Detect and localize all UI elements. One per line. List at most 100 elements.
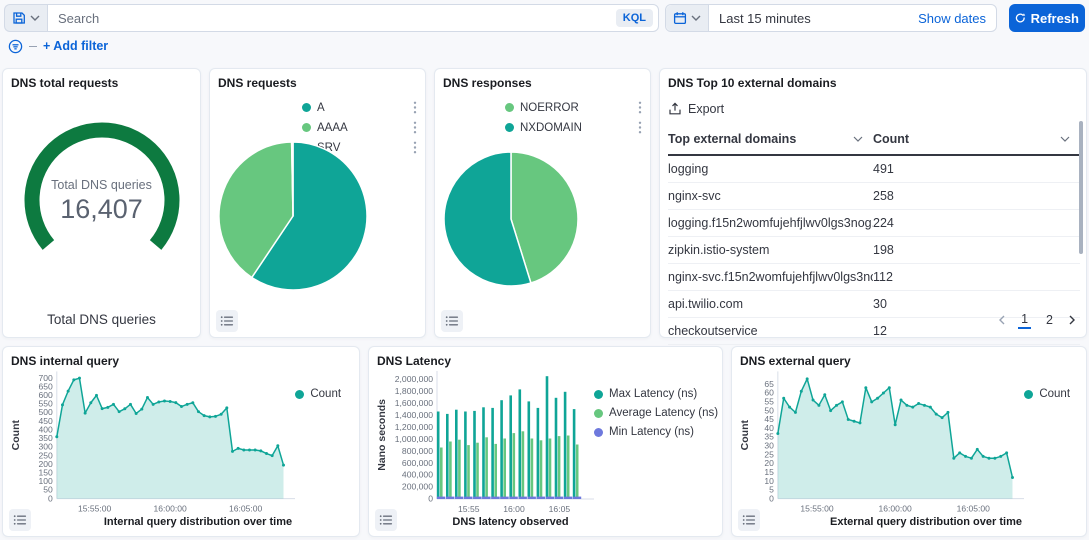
chevron-down-icon: [691, 15, 701, 21]
table-scrollbar[interactable]: [1079, 121, 1083, 254]
pagination: 1 2: [998, 311, 1076, 329]
svg-text:350: 350: [38, 433, 53, 443]
legend-label: AAAA: [317, 122, 348, 134]
cell-domain: checkoutservice: [668, 318, 873, 345]
panel-title: DNS responses: [435, 69, 650, 90]
panel-dns-external-query: DNS external query Count 051015202530354…: [731, 346, 1087, 537]
chart-legend: Max Latency (ns) Average Latency (ns) Min …: [594, 370, 716, 438]
svg-text:100: 100: [38, 476, 53, 486]
previous-page-button[interactable]: [998, 315, 1006, 325]
kql-language-button[interactable]: KQL: [616, 9, 653, 27]
sort-chevron-icon: [853, 136, 863, 142]
refresh-label: Refresh: [1031, 11, 1079, 26]
add-filter-button[interactable]: + Add filter: [43, 39, 108, 53]
legend-item[interactable]: Max Latency (ns): [594, 388, 716, 400]
legend-dot: [505, 123, 514, 132]
column-header-domains[interactable]: Top external domains: [668, 126, 873, 155]
list-icon: [742, 513, 756, 527]
bar-chart: 0200,000400,000600,000800,0001,000,0001,…: [389, 370, 594, 516]
table-row: logging.f15n2womfujehfjlwv0lgs3nog....22…: [668, 210, 1080, 237]
legend-dot: [1024, 390, 1033, 399]
list-icon: [379, 513, 393, 527]
show-dates-button[interactable]: Show dates: [908, 5, 996, 31]
svg-text:20: 20: [764, 458, 774, 468]
panel-title: DNS internal query: [3, 347, 359, 368]
svg-text:200,000: 200,000: [402, 482, 433, 492]
legend-item[interactable]: AAAA: [302, 121, 418, 134]
panel-title: DNS Top 10 external domains: [660, 69, 1086, 90]
cell-count: 258: [873, 183, 1080, 210]
legend-menu-icon[interactable]: [412, 101, 418, 114]
legend-dot: [594, 409, 603, 418]
svg-text:150: 150: [38, 468, 53, 478]
page-2-button[interactable]: 2: [1043, 312, 1056, 328]
legend-toggle-button[interactable]: [375, 509, 397, 531]
panel-dns-responses: DNS responses NOERROR NXDOMAIN: [434, 68, 651, 338]
legend-item[interactable]: Count: [1024, 388, 1080, 400]
svg-text:0: 0: [428, 494, 433, 504]
svg-text:16:00: 16:00: [503, 504, 525, 514]
legend-toggle-button[interactable]: [738, 509, 760, 531]
svg-text:50: 50: [43, 485, 53, 495]
y-axis-title: Nano seconds: [375, 370, 389, 500]
legend-item[interactable]: A: [302, 101, 418, 114]
legend-toggle-button[interactable]: [216, 310, 238, 332]
refresh-button[interactable]: Refresh: [1009, 4, 1085, 32]
x-axis-title: External query distribution over time: [732, 516, 1086, 528]
gauge-value: 16,407: [3, 194, 200, 225]
search-input[interactable]: [48, 11, 658, 26]
svg-text:2,000,000: 2,000,000: [395, 374, 433, 384]
legend-item[interactable]: NXDOMAIN: [505, 121, 643, 134]
filter-icon[interactable]: [8, 39, 23, 54]
panel-title: DNS Latency: [369, 347, 722, 368]
cell-domain: nginx-svc.f15n2womfujehfjlwv0lgs3no...: [668, 264, 873, 291]
time-range-value[interactable]: Last 15 minutes: [709, 5, 908, 31]
legend-toggle-button[interactable]: [441, 310, 463, 332]
chevron-right-icon: [1068, 315, 1076, 325]
svg-text:65: 65: [764, 379, 774, 389]
svg-text:55: 55: [764, 397, 774, 407]
svg-text:10: 10: [764, 476, 774, 486]
legend-item[interactable]: Average Latency (ns): [594, 407, 716, 419]
legend-menu-icon[interactable]: [637, 121, 643, 134]
svg-text:16:05:00: 16:05:00: [957, 504, 990, 514]
svg-text:35: 35: [764, 432, 774, 442]
column-header-count[interactable]: Count: [873, 126, 1080, 155]
svg-text:25: 25: [764, 449, 774, 459]
panel-title: DNS requests: [210, 69, 425, 90]
svg-text:650: 650: [38, 381, 53, 391]
legend-item[interactable]: Min Latency (ns): [594, 426, 716, 438]
legend-menu-icon[interactable]: [637, 101, 643, 114]
svg-text:30: 30: [764, 441, 774, 451]
legend-menu-icon[interactable]: [412, 121, 418, 134]
legend-label: Average Latency (ns): [609, 407, 718, 419]
legend-toggle-button[interactable]: [9, 509, 31, 531]
legend-label: A: [317, 102, 325, 114]
svg-text:250: 250: [38, 450, 53, 460]
svg-text:5: 5: [769, 485, 774, 495]
svg-text:16:05:00: 16:05:00: [229, 504, 263, 514]
chart-legend: Count: [1024, 370, 1080, 400]
legend-menu-icon[interactable]: [412, 141, 418, 154]
chart-legend: Count: [295, 370, 353, 400]
svg-text:600: 600: [38, 390, 53, 400]
table-row: nginx-svc.f15n2womfujehfjlwv0lgs3no...11…: [668, 264, 1080, 291]
table-row: logging491: [668, 155, 1080, 183]
svg-text:45: 45: [764, 414, 774, 424]
cell-count: 491: [873, 155, 1080, 183]
page-1-button[interactable]: 1: [1018, 311, 1031, 329]
svg-text:0: 0: [48, 493, 53, 503]
search-box: KQL: [47, 4, 659, 32]
cell-domain: logging: [668, 155, 873, 183]
export-button[interactable]: Export: [660, 90, 746, 126]
date-quick-select-button[interactable]: [666, 5, 709, 31]
next-page-button[interactable]: [1068, 315, 1076, 325]
pie-legend: NOERROR NXDOMAIN: [505, 101, 643, 134]
export-icon: [668, 102, 682, 116]
saved-query-menu-button[interactable]: [4, 4, 47, 32]
legend-item[interactable]: NOERROR: [505, 101, 643, 114]
svg-text:0: 0: [769, 493, 774, 503]
list-icon: [13, 513, 27, 527]
legend-item[interactable]: Count: [295, 388, 353, 400]
filter-bar: + Add filter: [8, 38, 108, 54]
